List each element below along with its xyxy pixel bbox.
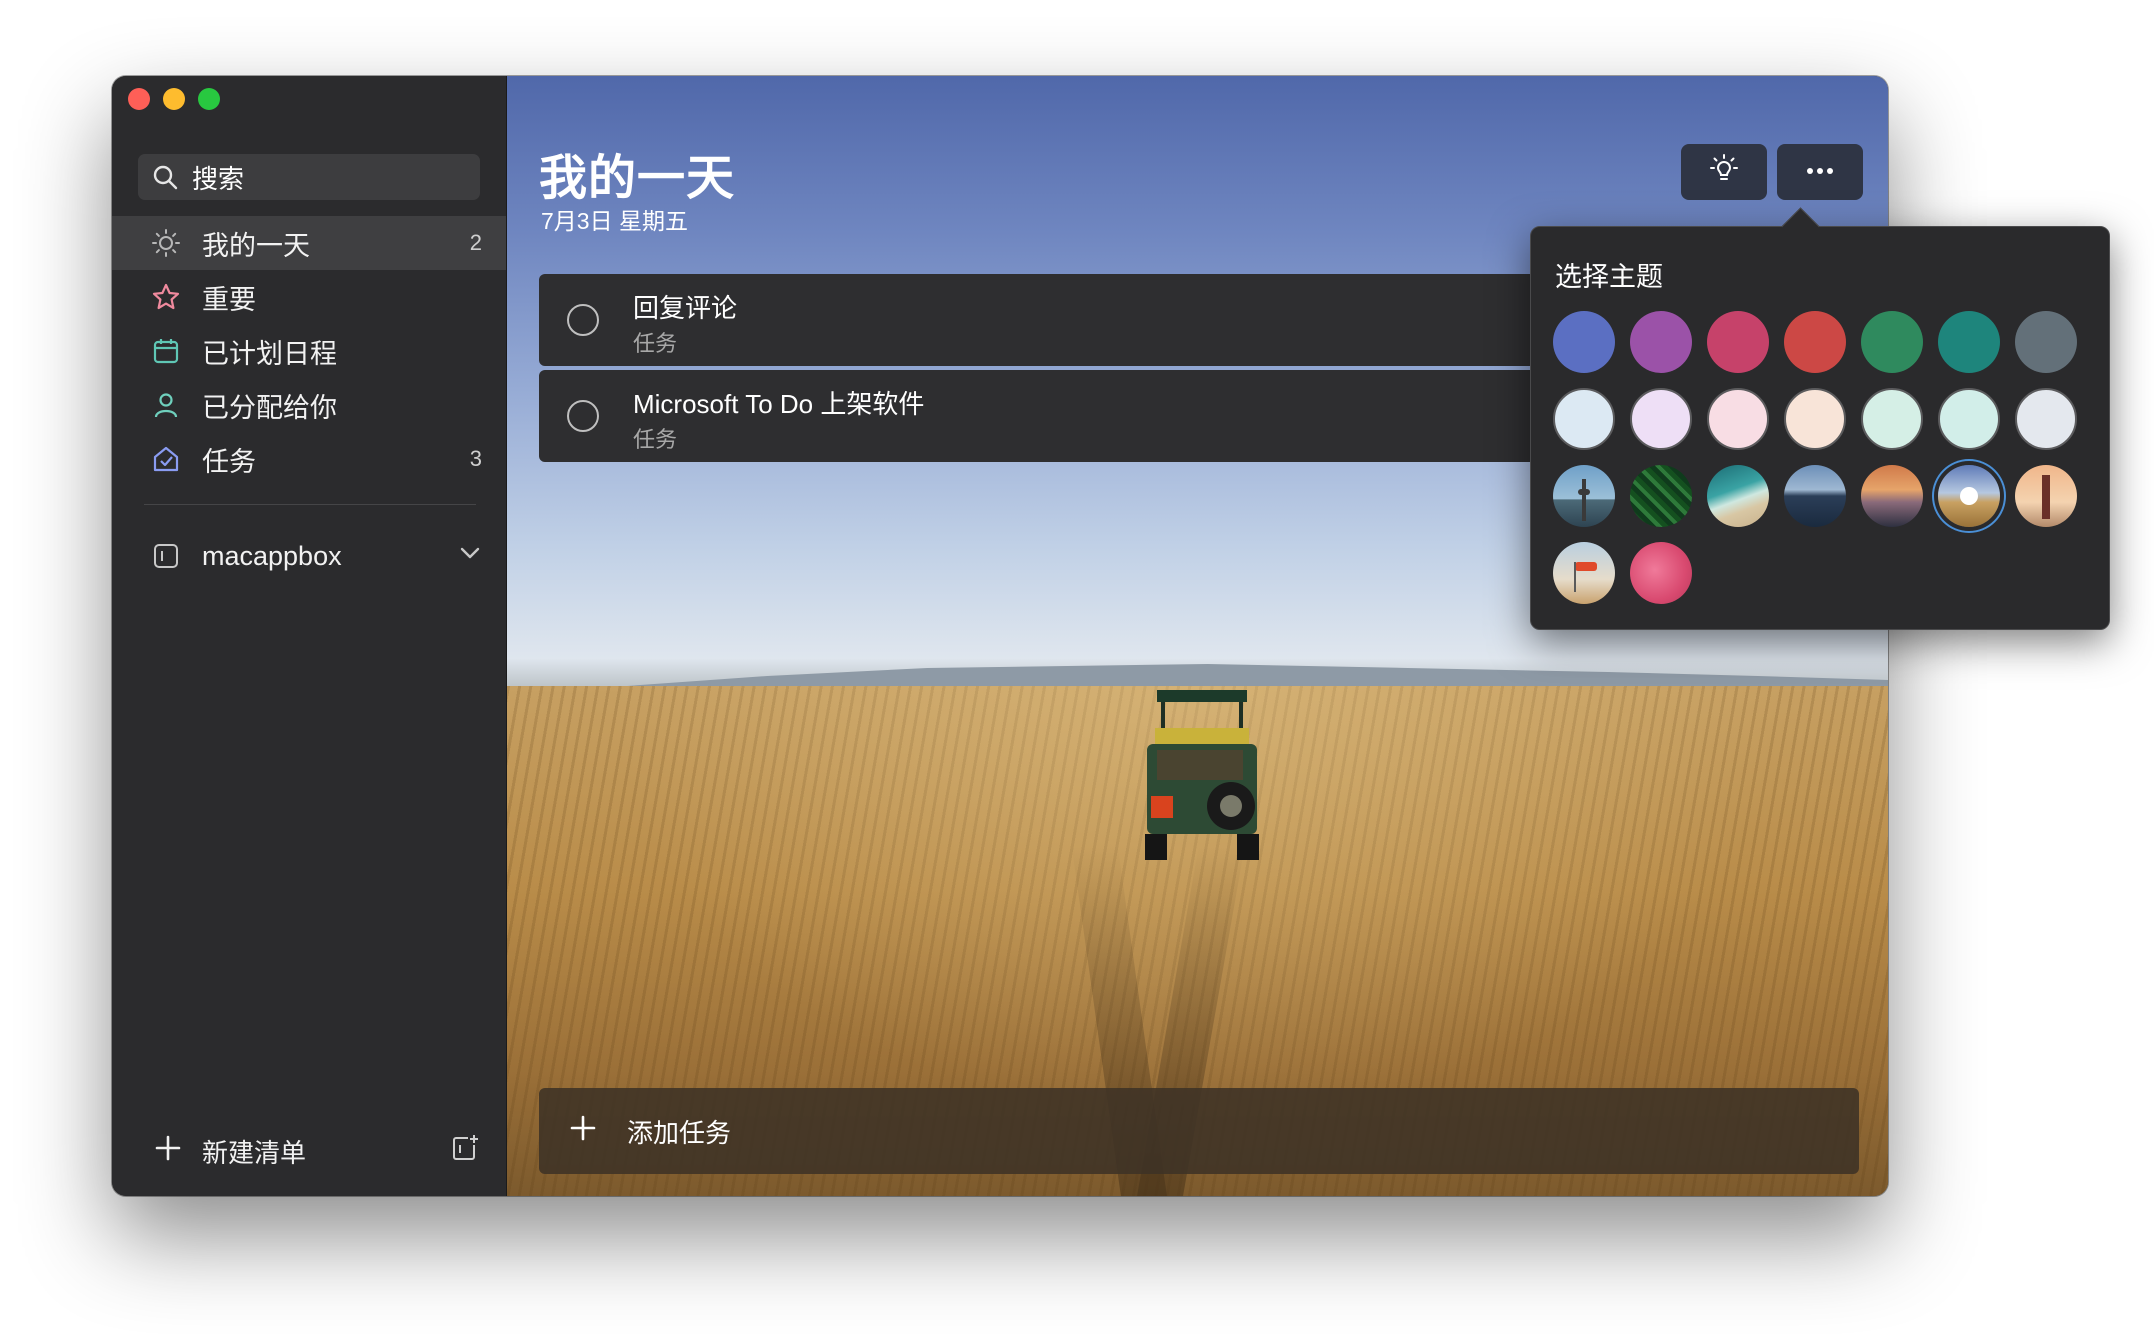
- theme-swatch-gray[interactable]: [2015, 311, 2077, 373]
- add-task-input[interactable]: 添加任务: [539, 1088, 1859, 1174]
- palm-leaves-photo[interactable]: [1630, 465, 1692, 527]
- theme-swatch-light-gray[interactable]: [2015, 388, 2077, 450]
- sidebar-item-assigned[interactable]: 已分配给你: [112, 378, 506, 432]
- theme-swatch-grid: [1553, 311, 2077, 604]
- theme-swatch-rose[interactable]: [1707, 311, 1769, 373]
- city-tower-photo[interactable]: [1553, 465, 1615, 527]
- theme-swatch-light-mint[interactable]: [1861, 388, 1923, 450]
- home-icon: [150, 443, 182, 475]
- page-title: 我的一天: [539, 152, 736, 205]
- theme-swatch-blue[interactable]: [1553, 311, 1615, 373]
- sidebar-item-count: 2: [469, 230, 482, 255]
- traffic-lights: [128, 88, 220, 110]
- sidebar-item-label: 我的一天: [202, 230, 310, 261]
- add-task-label: 添加任务: [627, 1117, 732, 1148]
- sidebar-item-count: 3: [469, 446, 482, 471]
- close-button[interactable]: [128, 88, 150, 110]
- task-complete-checkbox[interactable]: [567, 400, 599, 432]
- sidebar-item-my-day[interactable]: 我的一天 2: [112, 216, 506, 270]
- star-icon: [150, 281, 182, 313]
- sidebar-group-macappbox[interactable]: macappbox: [112, 531, 506, 581]
- more-button[interactable]: [1777, 144, 1863, 200]
- search-placeholder: 搜索: [192, 163, 245, 194]
- theme-swatch-light-blue[interactable]: [1553, 388, 1615, 450]
- sidebar-item-label: 任务: [202, 446, 256, 477]
- sidebar-divider: [144, 504, 476, 505]
- selected-indicator: [1960, 487, 1978, 505]
- popover-title: 选择主题: [1555, 262, 1663, 292]
- theme-swatch-red[interactable]: [1784, 311, 1846, 373]
- task-title: Microsoft To Do 上架软件: [633, 389, 925, 419]
- sidebar-item-planned[interactable]: 已计划日程: [112, 324, 506, 378]
- theme-swatch-light-peach[interactable]: [1784, 388, 1846, 450]
- chevron-down-icon[interactable]: [458, 541, 482, 572]
- suggestions-button[interactable]: [1681, 144, 1767, 200]
- task-title: 回复评论: [633, 293, 738, 323]
- plus-icon: [569, 1114, 597, 1149]
- task-list-name: 任务: [633, 331, 678, 356]
- sidebar: 搜索 我的一天 2 重要 已计划日程 已分配给你 任务 3 macappbox …: [112, 76, 507, 1196]
- theme-picker-popover: 选择主题: [1530, 207, 2110, 630]
- new-list-button[interactable]: 新建清单: [112, 1126, 506, 1176]
- savanna-jeep-photo[interactable]: [1938, 465, 2000, 527]
- background-jeep: [1145, 690, 1259, 860]
- search-icon: [153, 165, 178, 190]
- person-icon: [150, 389, 182, 421]
- group-label: macappbox: [202, 540, 342, 571]
- mountain-lake-photo[interactable]: [1784, 465, 1846, 527]
- sidebar-item-label: 已分配给你: [202, 392, 337, 423]
- more-icon: [1805, 163, 1835, 181]
- page-date: 7月3日 星期五: [541, 208, 688, 234]
- new-list-label: 新建清单: [202, 1137, 307, 1168]
- lighthouse-photo[interactable]: [2015, 465, 2077, 527]
- zoom-button[interactable]: [198, 88, 220, 110]
- windsock-photo[interactable]: [1553, 542, 1615, 604]
- theme-swatch-purple[interactable]: [1630, 311, 1692, 373]
- sidebar-nav: 我的一天 2 重要 已计划日程 已分配给你 任务 3: [112, 216, 506, 486]
- group-icon: [150, 540, 182, 572]
- task-complete-checkbox[interactable]: [567, 304, 599, 336]
- minimize-button[interactable]: [163, 88, 185, 110]
- sidebar-item-important[interactable]: 重要: [112, 270, 506, 324]
- sun-icon: [150, 227, 182, 259]
- task-list-name: 任务: [633, 427, 678, 452]
- pink-abstract-photo[interactable]: [1630, 542, 1692, 604]
- theme-swatch-light-pink[interactable]: [1707, 388, 1769, 450]
- sidebar-item-label: 重要: [202, 284, 256, 315]
- calendar-icon: [150, 335, 182, 367]
- beach-waves-photo[interactable]: [1707, 465, 1769, 527]
- sidebar-item-tasks[interactable]: 任务 3: [112, 432, 506, 486]
- sidebar-item-label: 已计划日程: [202, 338, 337, 369]
- theme-swatch-light-aqua[interactable]: [1938, 388, 2000, 450]
- search-input[interactable]: 搜索: [138, 154, 480, 200]
- lightbulb-icon: [1707, 153, 1741, 192]
- plus-icon: [154, 1134, 182, 1169]
- sunset-palm-photo[interactable]: [1861, 465, 1923, 527]
- theme-swatch-light-purple[interactable]: [1630, 388, 1692, 450]
- theme-swatch-green[interactable]: [1861, 311, 1923, 373]
- theme-swatch-teal[interactable]: [1938, 311, 2000, 373]
- new-group-icon[interactable]: [450, 1133, 480, 1170]
